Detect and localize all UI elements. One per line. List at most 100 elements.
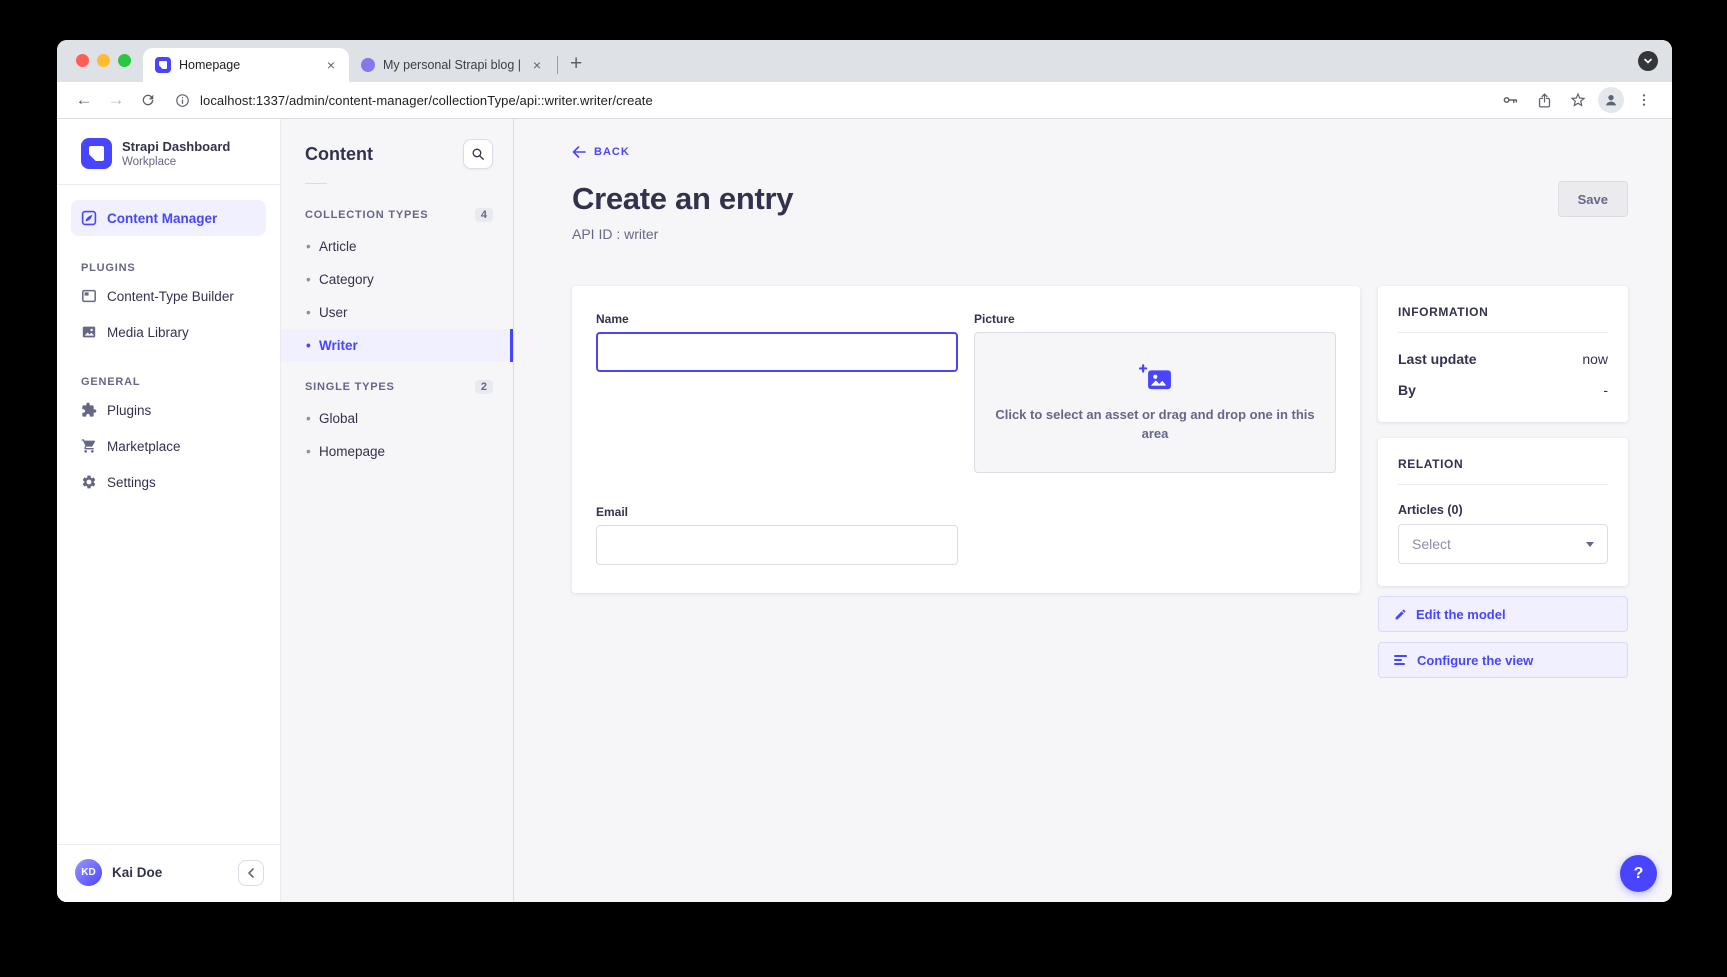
user-name: Kai Doe <box>112 865 228 880</box>
information-panel: INFORMATION Last update now By - <box>1378 286 1628 422</box>
api-id-subtitle: API ID : writer <box>572 226 1628 242</box>
browser-menu-icon[interactable] <box>1630 86 1658 114</box>
arrow-left-icon <box>572 146 586 158</box>
user-avatar: KD <box>75 859 102 886</box>
sidebar-item-settings[interactable]: Settings <box>57 464 280 500</box>
subnav-item-global[interactable]: Global <box>281 402 513 435</box>
reload-glyph-icon <box>140 92 156 108</box>
sidebar-item-label: Plugins <box>107 403 151 418</box>
tab-close-icon[interactable]: × <box>323 56 339 74</box>
group-count-badge: 4 <box>475 208 493 222</box>
reload-icon[interactable] <box>135 87 161 113</box>
sidebar-item-label: Settings <box>107 475 156 490</box>
address-bar[interactable]: localhost:1337/admin/content-manager/col… <box>167 86 1490 114</box>
picture-upload-dropzone[interactable]: Click to select an asset or drag and dro… <box>974 332 1336 473</box>
site-info-icon[interactable] <box>175 93 190 108</box>
browser-toolbar: ← → localhost:1337/admin/content-manager… <box>57 82 1672 119</box>
browser-window: Homepage × My personal Strapi blog | Str… <box>57 40 1672 902</box>
subnav-item-user[interactable]: User <box>281 296 513 329</box>
sidebar-item-marketplace[interactable]: Marketplace <box>57 428 280 464</box>
create-entry-page: BACK Create an entry Save API ID : write… <box>514 119 1672 902</box>
sidebar-item-plugins[interactable]: Plugins <box>57 392 280 428</box>
chevron-down-icon <box>1586 542 1594 547</box>
user-row: KD Kai Doe <box>57 844 280 902</box>
sidebar-item-label: Content Manager <box>107 211 217 226</box>
layout-icon <box>81 288 97 304</box>
tab-title: My personal Strapi blog | Strap <box>383 58 521 72</box>
save-button[interactable]: Save <box>1558 181 1628 217</box>
collapse-sidebar-button[interactable] <box>238 860 264 886</box>
tab-homepage[interactable]: Homepage × <box>143 48 349 82</box>
email-field-label: Email <box>596 505 958 519</box>
workspace-title: Strapi Dashboard <box>122 139 230 154</box>
window-minimize-button[interactable] <box>97 54 110 67</box>
panel-divider <box>1398 484 1608 485</box>
articles-relation-select[interactable]: Select <box>1398 524 1608 564</box>
workspace-header: Strapi Dashboard Workplace <box>57 119 280 185</box>
relation-panel: RELATION Articles (0) Select <box>1378 438 1628 586</box>
information-title: INFORMATION <box>1398 305 1608 319</box>
subnav-item-article[interactable]: Article <box>281 230 513 263</box>
entry-form-card: Name Picture Click to select <box>572 286 1360 593</box>
forward-nav-icon[interactable]: → <box>103 87 129 113</box>
puzzle-icon <box>81 402 97 418</box>
edit-model-label: Edit the model <box>1416 607 1506 622</box>
subnav-item-writer[interactable]: Writer <box>281 329 513 362</box>
panel-divider <box>1398 332 1608 333</box>
window-zoom-button[interactable] <box>118 54 131 67</box>
email-field-group: Email <box>596 505 958 565</box>
sidebar-item-media-library[interactable]: Media Library <box>57 314 280 350</box>
name-input[interactable] <box>596 332 958 372</box>
edit-model-button[interactable]: Edit the model <box>1378 596 1628 632</box>
info-row-by: By - <box>1398 382 1608 398</box>
info-row-last-update: Last update now <box>1398 351 1608 367</box>
group-label-collection-types: COLLECTION TYPES <box>305 209 428 221</box>
sidebar-item-label: Marketplace <box>107 439 181 454</box>
sidebar-section-general: GENERAL <box>81 376 256 388</box>
configure-view-label: Configure the view <box>1417 653 1533 668</box>
subnav-item-homepage[interactable]: Homepage <box>281 435 513 468</box>
password-key-icon[interactable] <box>1496 86 1524 114</box>
configure-view-button[interactable]: Configure the view <box>1378 642 1628 678</box>
url-text: localhost:1337/admin/content-manager/col… <box>200 93 653 108</box>
back-link[interactable]: BACK <box>572 146 630 158</box>
strapi-favicon-icon <box>155 57 171 73</box>
content-manager-icon <box>81 210 97 226</box>
help-button[interactable]: ? <box>1620 855 1657 892</box>
group-count-badge: 2 <box>475 380 493 394</box>
browser-tab-strip: Homepage × My personal Strapi blog | Str… <box>57 40 1672 82</box>
browser-profile-avatar[interactable] <box>1598 87 1624 113</box>
chevron-left-icon <box>246 867 256 879</box>
sidebar-item-content-type-builder[interactable]: Content-Type Builder <box>57 278 280 314</box>
group-label-single-types: SINGLE TYPES <box>305 381 395 393</box>
picture-field-label: Picture <box>974 312 1336 326</box>
subnav-item-category[interactable]: Category <box>281 263 513 296</box>
sidebar-item-label: Media Library <box>107 325 189 340</box>
sidebar-item-content-manager[interactable]: Content Manager <box>71 200 266 236</box>
window-close-button[interactable] <box>76 54 89 67</box>
subnav-divider <box>305 183 327 184</box>
workspace-subtitle: Workplace <box>122 156 230 168</box>
articles-relation-label: Articles (0) <box>1398 503 1608 517</box>
picture-field-group: Picture Click to select an asset or drag… <box>974 312 1336 473</box>
search-icon <box>471 147 485 161</box>
tab-close-icon[interactable]: × <box>529 56 545 74</box>
info-label: Last update <box>1398 351 1477 367</box>
new-tab-button[interactable]: + <box>560 53 594 82</box>
tab-search-button[interactable] <box>1638 51 1658 71</box>
strapi-logo-icon <box>81 138 112 169</box>
search-button[interactable] <box>463 139 493 169</box>
back-nav-icon[interactable]: ← <box>71 87 97 113</box>
tab-strapi-blog[interactable]: My personal Strapi blog | Strap × <box>349 48 555 82</box>
meta-panel: INFORMATION Last update now By - RELATIO… <box>1378 286 1628 678</box>
picture-upload-hint: Click to select an asset or drag and dro… <box>990 406 1320 444</box>
select-placeholder: Select <box>1412 536 1451 552</box>
add-image-icon <box>1137 362 1173 394</box>
email-input[interactable] <box>596 525 958 565</box>
sidebar-section-plugins: PLUGINS <box>81 262 256 274</box>
chevron-down-icon <box>1643 56 1653 66</box>
share-icon[interactable] <box>1530 86 1558 114</box>
pencil-icon <box>1394 608 1407 621</box>
bookmark-star-icon[interactable] <box>1564 86 1592 114</box>
back-label: BACK <box>594 146 630 158</box>
